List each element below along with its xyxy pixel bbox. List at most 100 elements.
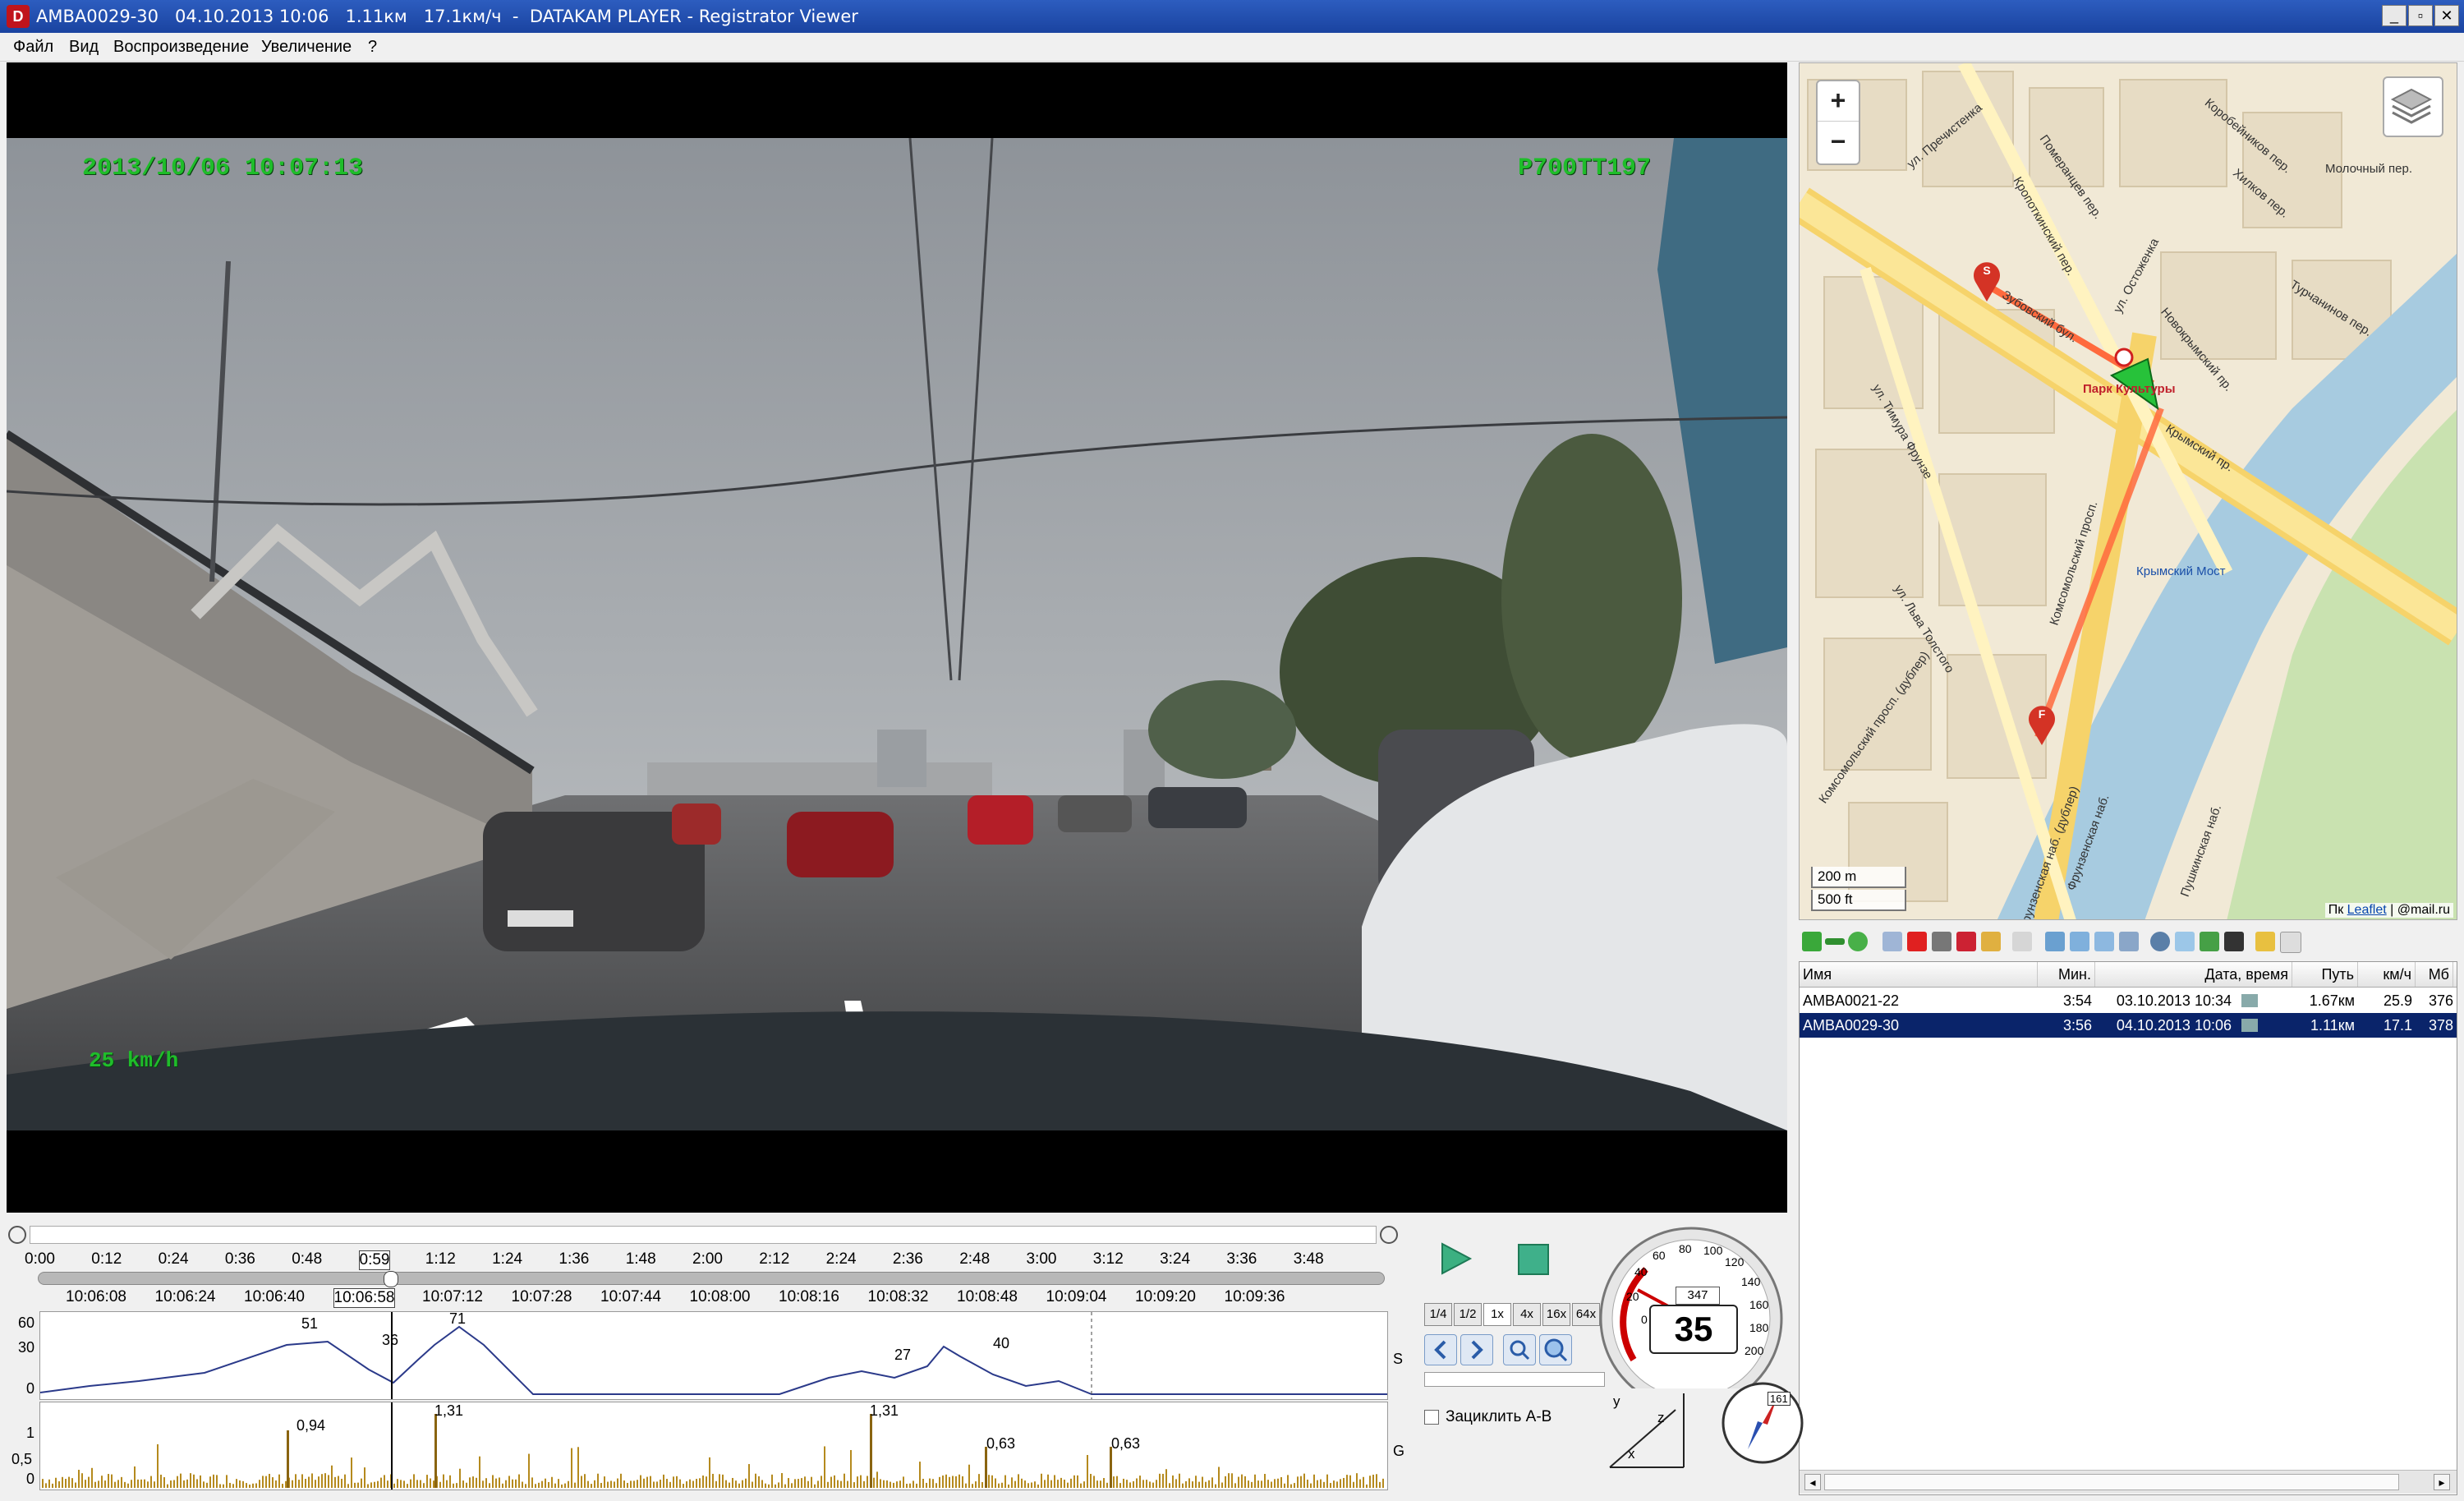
dial-tick: 180 [1749, 1321, 1769, 1334]
g-bar [453, 1483, 454, 1488]
minimize-button[interactable]: _ [2382, 5, 2407, 26]
g-bar [568, 1480, 569, 1488]
speed-button-1x[interactable]: 1x [1483, 1303, 1511, 1326]
speed-graph[interactable]: 51 36 71 27 40 [39, 1310, 1388, 1400]
document-icon[interactable] [2280, 932, 2301, 953]
menu-zoom[interactable]: Увеличение [261, 36, 352, 58]
map-zoom-out-button[interactable]: − [1818, 122, 1859, 162]
zoom-out-video-button[interactable] [1539, 1334, 1572, 1365]
delete-icon[interactable] [1907, 932, 1927, 951]
save-icon[interactable] [1932, 932, 1951, 951]
playback-slider[interactable] [38, 1271, 1385, 1287]
elapsed-tick: 2:12 [759, 1250, 790, 1268]
col-kmh[interactable]: км/ч [2358, 962, 2416, 987]
clock-tick: 10:09:20 [1135, 1288, 1196, 1305]
table-row-selected[interactable]: AMBA0029-30 3:56 04.10.2013 10:06 1.11км… [1800, 1013, 2457, 1038]
zoom-out-timeline-icon[interactable] [8, 1226, 26, 1244]
zoom-in-timeline-icon[interactable] [1380, 1226, 1398, 1244]
g-bar [919, 1462, 921, 1488]
col-name[interactable]: Имя [1800, 962, 2038, 987]
g-bar [623, 1480, 625, 1488]
col-min[interactable]: Мин. [2038, 962, 2095, 987]
layers-small-icon[interactable] [2094, 932, 2114, 951]
col-path[interactable]: Путь [2292, 962, 2358, 987]
g-bar [778, 1482, 779, 1488]
g-bar [374, 1481, 375, 1488]
volume-slider[interactable] [1424, 1372, 1605, 1387]
g-bar [1018, 1474, 1019, 1488]
dial-tick: 80 [1679, 1242, 1692, 1255]
clock-tick: 10:08:48 [957, 1288, 1018, 1305]
next-frame-button[interactable] [1460, 1334, 1493, 1365]
g-bar [1264, 1474, 1266, 1488]
g-bar [860, 1475, 862, 1488]
map-layers-button[interactable] [2383, 76, 2443, 137]
zoom-icon[interactable] [2119, 932, 2139, 951]
g-bar [1274, 1479, 1276, 1488]
route-map[interactable]: S F Зубовский бул. Парк Культуры Крымски… [1799, 62, 2457, 920]
g-bar [1152, 1482, 1154, 1488]
scroll-left-icon[interactable]: ◂ [1804, 1474, 1821, 1490]
folder-icon[interactable] [2255, 932, 2275, 951]
speed-button-16x[interactable]: 16x [1542, 1303, 1570, 1326]
speed-button-4x[interactable]: 4x [1513, 1303, 1541, 1326]
start-marker-label: S [1983, 264, 1991, 277]
restore-button[interactable]: ▫ [2408, 5, 2433, 26]
g-bar [834, 1475, 835, 1488]
g-peak-bar [1110, 1447, 1112, 1488]
cut-icon[interactable] [2012, 932, 2032, 951]
close-button[interactable]: ✕ [2434, 5, 2459, 26]
g-bar [522, 1481, 523, 1488]
g-bar [200, 1475, 201, 1488]
dial-tick: 40 [1634, 1265, 1648, 1278]
playback-thumb[interactable] [384, 1271, 398, 1287]
g-bar [880, 1479, 881, 1488]
table-row[interactable]: AMBA0021-22 3:54 03.10.2013 10:34 1.67км… [1800, 988, 2457, 1013]
remove-file-icon[interactable] [1825, 938, 1845, 945]
window-icon[interactable] [2045, 932, 2065, 951]
leaflet-link[interactable]: Leaflet [2347, 903, 2387, 917]
map-icon[interactable] [2200, 932, 2219, 951]
prev-frame-button[interactable] [1424, 1334, 1457, 1365]
g-bar [1169, 1483, 1170, 1488]
g-bar [347, 1484, 349, 1488]
map-zoom-in-button[interactable]: + [1818, 81, 1859, 122]
film-icon[interactable] [2224, 932, 2244, 951]
export-icon[interactable] [1956, 932, 1976, 951]
zoom-in-video-button[interactable] [1503, 1334, 1536, 1365]
refresh-icon[interactable] [1848, 932, 1868, 951]
g-bar [206, 1482, 208, 1488]
stop-icon[interactable] [1518, 1244, 1549, 1275]
scroll-thumb[interactable] [1824, 1474, 2399, 1490]
menu-help[interactable]: ? [368, 36, 377, 58]
g-bar [423, 1483, 425, 1488]
loop-checkbox[interactable] [1424, 1410, 1439, 1425]
menu-file[interactable]: Файл [13, 36, 53, 58]
frame-icon[interactable] [2070, 932, 2089, 951]
menu-view[interactable]: Вид [69, 36, 99, 58]
g-bar [160, 1474, 162, 1488]
g-bar [1037, 1484, 1039, 1488]
arrow-icon[interactable] [1981, 932, 2001, 951]
video-player[interactable]: 2013/10/06 10:07:13 P700TT197 25 km/h [7, 62, 1787, 1213]
speed-button-64x[interactable]: 64x [1572, 1303, 1600, 1326]
copy-icon[interactable] [1882, 932, 1902, 951]
play-icon[interactable] [1437, 1241, 1473, 1277]
chart-icon[interactable] [2175, 932, 2195, 951]
table-hscrollbar[interactable]: ◂ ▸ [1800, 1470, 2457, 1494]
scroll-right-icon[interactable]: ▸ [2434, 1474, 2450, 1490]
g-force-graph[interactable]: 0,94 1,31 1,31 0,63 0,63 [39, 1402, 1388, 1490]
speed-button-quarter[interactable]: 1/4 [1424, 1303, 1452, 1326]
g-peak-label: 0,94 [297, 1417, 326, 1434]
globe-icon[interactable] [2150, 932, 2170, 951]
g-bar [1323, 1481, 1325, 1488]
speed-button-half[interactable]: 1/2 [1454, 1303, 1482, 1326]
add-file-icon[interactable] [1802, 932, 1822, 951]
g-bar [857, 1476, 858, 1488]
g-bar [1287, 1475, 1289, 1488]
timeline-hscrollbar[interactable] [30, 1226, 1377, 1244]
col-datetime[interactable]: Дата, время [2095, 962, 2292, 987]
menu-playback[interactable]: Воспроизведение [113, 36, 249, 58]
col-mb[interactable]: Мб [2416, 962, 2453, 987]
g-bar [715, 1480, 717, 1488]
